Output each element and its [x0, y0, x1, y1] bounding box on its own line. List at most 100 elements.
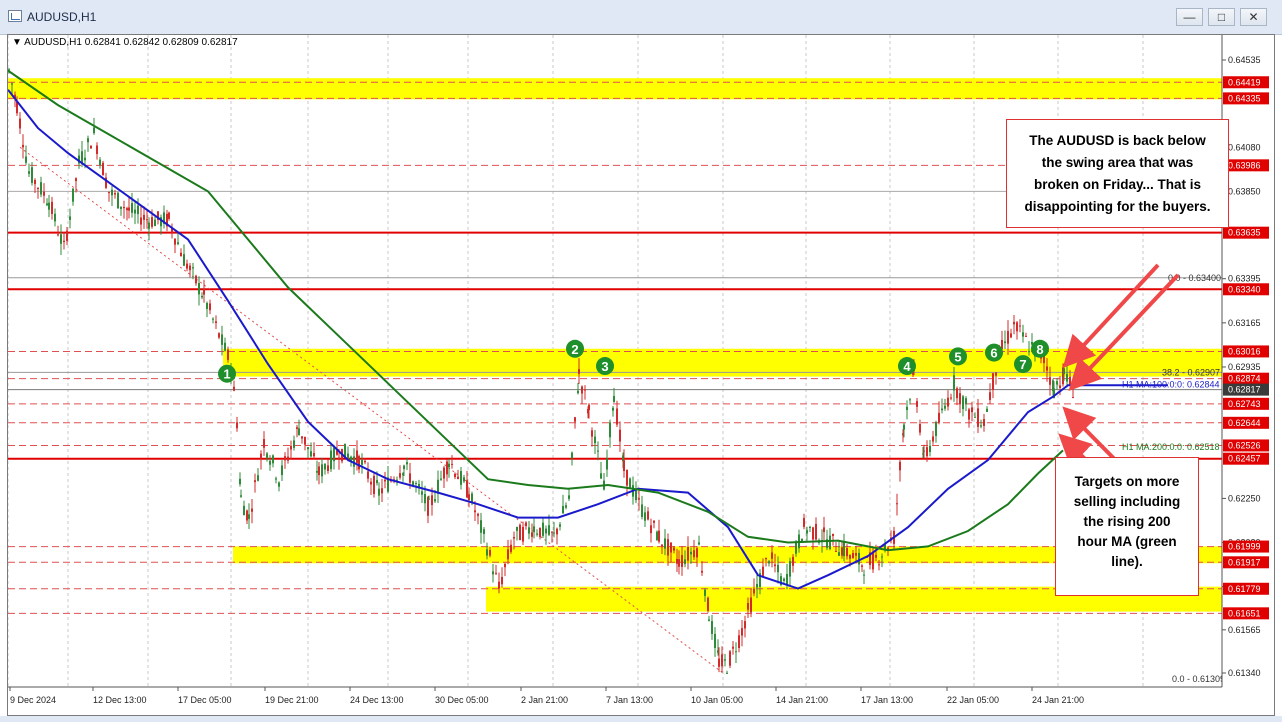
- candle: [531, 532, 533, 537]
- candle: [99, 159, 101, 166]
- candle: [678, 559, 680, 567]
- candle: [495, 572, 497, 574]
- candle: [726, 672, 728, 674]
- candle: [90, 145, 92, 149]
- candle: [376, 480, 378, 484]
- candle: [556, 528, 558, 535]
- candle: [298, 428, 300, 436]
- candle: [120, 206, 122, 209]
- candle: [37, 188, 39, 190]
- candle: [54, 213, 56, 222]
- candle: [126, 208, 128, 211]
- candle: [616, 408, 618, 425]
- candle: [1046, 366, 1048, 371]
- candle: [301, 436, 303, 439]
- candle: [525, 522, 527, 527]
- candle: [443, 467, 445, 479]
- candle: [968, 409, 970, 420]
- price-tick-label: 0.63395: [1228, 274, 1261, 284]
- candle: [137, 205, 139, 215]
- price-tick-label: 0.62250: [1228, 493, 1261, 503]
- candle: [878, 564, 880, 566]
- candle: [721, 654, 723, 667]
- candle: [718, 658, 720, 667]
- candle: [548, 525, 550, 535]
- candle: [63, 240, 65, 243]
- ma200-label: H1 MA:200:0:0: 0.62518: [1122, 442, 1220, 452]
- candle: [577, 390, 579, 394]
- time-tick-label: 17 Dec 05:00: [178, 695, 232, 705]
- time-tick-label: 2 Jan 21:00: [521, 695, 568, 705]
- candle: [212, 318, 214, 320]
- candle: [519, 524, 521, 541]
- candle: [278, 482, 280, 487]
- candle: [899, 461, 901, 471]
- candle: [492, 571, 494, 575]
- swing-marker-label: 8: [1036, 342, 1043, 357]
- candle: [953, 375, 955, 391]
- maximize-icon[interactable]: □: [1208, 8, 1235, 26]
- candle: [786, 574, 788, 585]
- candle: [881, 556, 883, 558]
- symbol-ohlc-line: ▼ AUDUSD,H1 0.62841 0.62842 0.62809 0.62…: [12, 37, 238, 48]
- annotation-arrow: [1062, 263, 1160, 369]
- candle: [832, 533, 834, 537]
- candle: [338, 457, 340, 460]
- window-titlebar[interactable]: AUDUSD,H1 — □ ✕: [0, 0, 1282, 35]
- candle: [661, 544, 663, 547]
- candle: [962, 396, 964, 410]
- candle: [151, 217, 153, 227]
- candle: [565, 505, 567, 508]
- minimize-icon[interactable]: —: [1176, 8, 1203, 26]
- close-icon[interactable]: ✕: [1240, 8, 1267, 26]
- candle: [735, 651, 737, 653]
- candle: [849, 555, 851, 559]
- candle: [947, 397, 949, 407]
- candle: [664, 538, 666, 549]
- candle: [483, 529, 485, 535]
- candle: [903, 424, 905, 430]
- candle: [254, 480, 256, 483]
- candle: [539, 527, 541, 537]
- candle: [635, 489, 637, 501]
- candle: [290, 445, 292, 450]
- candle: [1022, 332, 1024, 337]
- time-tick-label: 10 Jan 05:00: [691, 695, 743, 705]
- candle: [747, 603, 749, 610]
- candle: [11, 83, 13, 85]
- swing-marker-label: 6: [990, 346, 997, 361]
- fib-bottom-label: 0.0 - 0.61309: [1172, 674, 1225, 684]
- candle: [619, 429, 621, 442]
- candle: [812, 527, 814, 540]
- dropdown-triangle-icon[interactable]: ▼: [12, 37, 22, 48]
- candle: [843, 541, 845, 557]
- candle: [591, 430, 593, 437]
- candle: [381, 488, 383, 494]
- candle: [765, 557, 767, 560]
- candle: [835, 550, 837, 552]
- candle: [40, 182, 42, 195]
- candle: [451, 463, 453, 465]
- candle: [872, 551, 874, 570]
- price-level-label: 0.62644: [1228, 418, 1261, 428]
- candle: [131, 203, 133, 213]
- candle: [330, 450, 332, 470]
- candle: [929, 445, 931, 453]
- price-level-label: 0.62457: [1228, 454, 1261, 464]
- candle: [597, 450, 599, 452]
- candle: [533, 526, 535, 533]
- candle: [815, 523, 817, 540]
- candle: [316, 471, 318, 473]
- candle: [318, 466, 320, 476]
- candle: [562, 505, 564, 514]
- candle: [989, 392, 991, 400]
- fib-mid-label: 38.2 - 0.62907: [1162, 367, 1220, 377]
- candle: [545, 528, 547, 534]
- candle: [263, 439, 265, 448]
- candle: [209, 303, 211, 311]
- candle: [143, 214, 145, 220]
- candle: [771, 552, 773, 559]
- candle: [87, 138, 89, 143]
- candle: [296, 427, 298, 429]
- candle: [613, 395, 615, 403]
